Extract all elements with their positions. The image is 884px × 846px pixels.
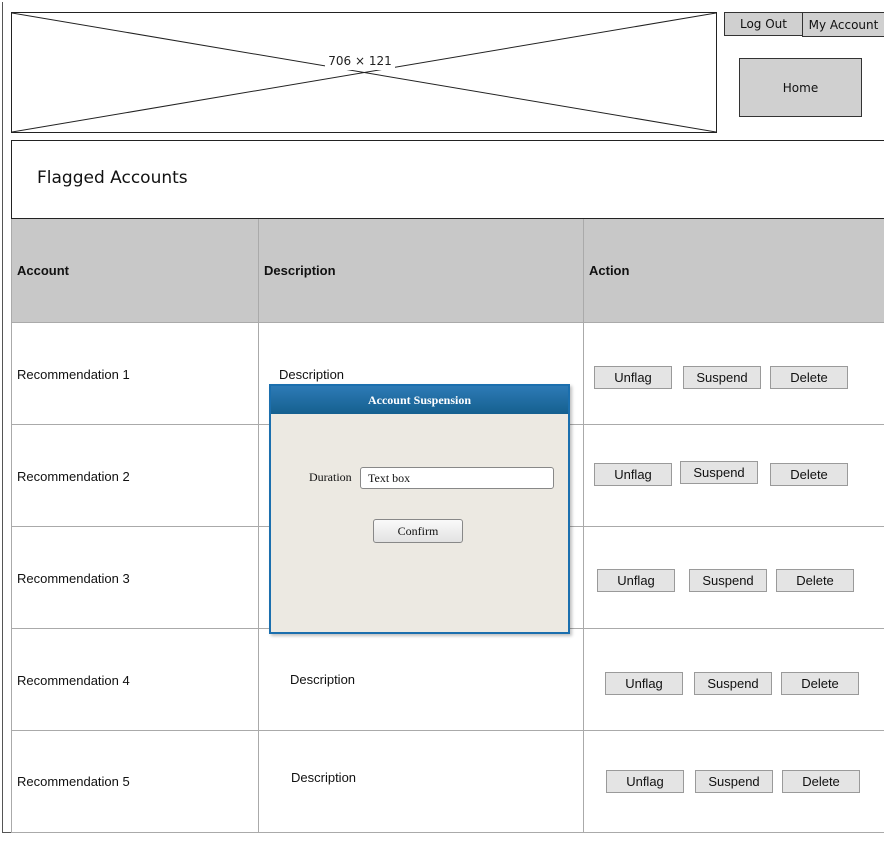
page-title: Flagged Accounts [37,168,188,188]
suspend-button[interactable]: Suspend [694,672,772,695]
column-header-description: Description [259,219,583,322]
unflag-button[interactable]: Unflag [597,569,675,592]
account-description: Description [291,770,357,785]
suspend-button[interactable]: Suspend [689,569,767,592]
account-name: Recommendation 5 [17,774,130,789]
account-description: Description [279,367,345,382]
column-header-action: Action [584,219,884,322]
home-button[interactable]: Home [739,58,862,117]
table-row: Recommendation 4 Description Unflag Susp… [12,629,884,730]
column-header-account: Account [12,219,258,322]
table-row: Recommendation 5 Description Unflag Susp… [12,731,884,832]
delete-button[interactable]: Delete [770,366,848,389]
delete-button[interactable]: Delete [781,672,859,695]
account-description: Description [290,672,356,687]
banner-image-placeholder [11,12,717,133]
dialog-title: Account Suspension [271,386,568,414]
duration-input[interactable]: Text box [360,467,554,489]
delete-button[interactable]: Delete [770,463,848,486]
my-account-button[interactable]: My Account [802,12,884,37]
account-suspension-dialog: Account Suspension Duration Text box Con… [269,384,570,634]
placeholder-cross-icon [12,13,716,132]
delete-button[interactable]: Delete [776,569,854,592]
unflag-button[interactable]: Unflag [594,463,672,486]
banner-size-label: 706 × 121 [325,52,395,70]
delete-button[interactable]: Delete [782,770,860,793]
account-name: Recommendation 4 [17,673,130,688]
suspend-button[interactable]: Suspend [683,366,761,389]
duration-label: Duration [309,470,352,484]
confirm-button[interactable]: Confirm [373,519,463,543]
account-name: Recommendation 1 [17,367,130,382]
row-divider [12,832,884,833]
account-name: Recommendation 2 [17,469,130,484]
suspend-button[interactable]: Suspend [695,770,773,793]
unflag-button[interactable]: Unflag [605,672,683,695]
logout-button[interactable]: Log Out [724,12,803,36]
account-name: Recommendation 3 [17,571,130,586]
unflag-button[interactable]: Unflag [594,366,672,389]
unflag-button[interactable]: Unflag [606,770,684,793]
suspend-button[interactable]: Suspend [680,461,758,484]
